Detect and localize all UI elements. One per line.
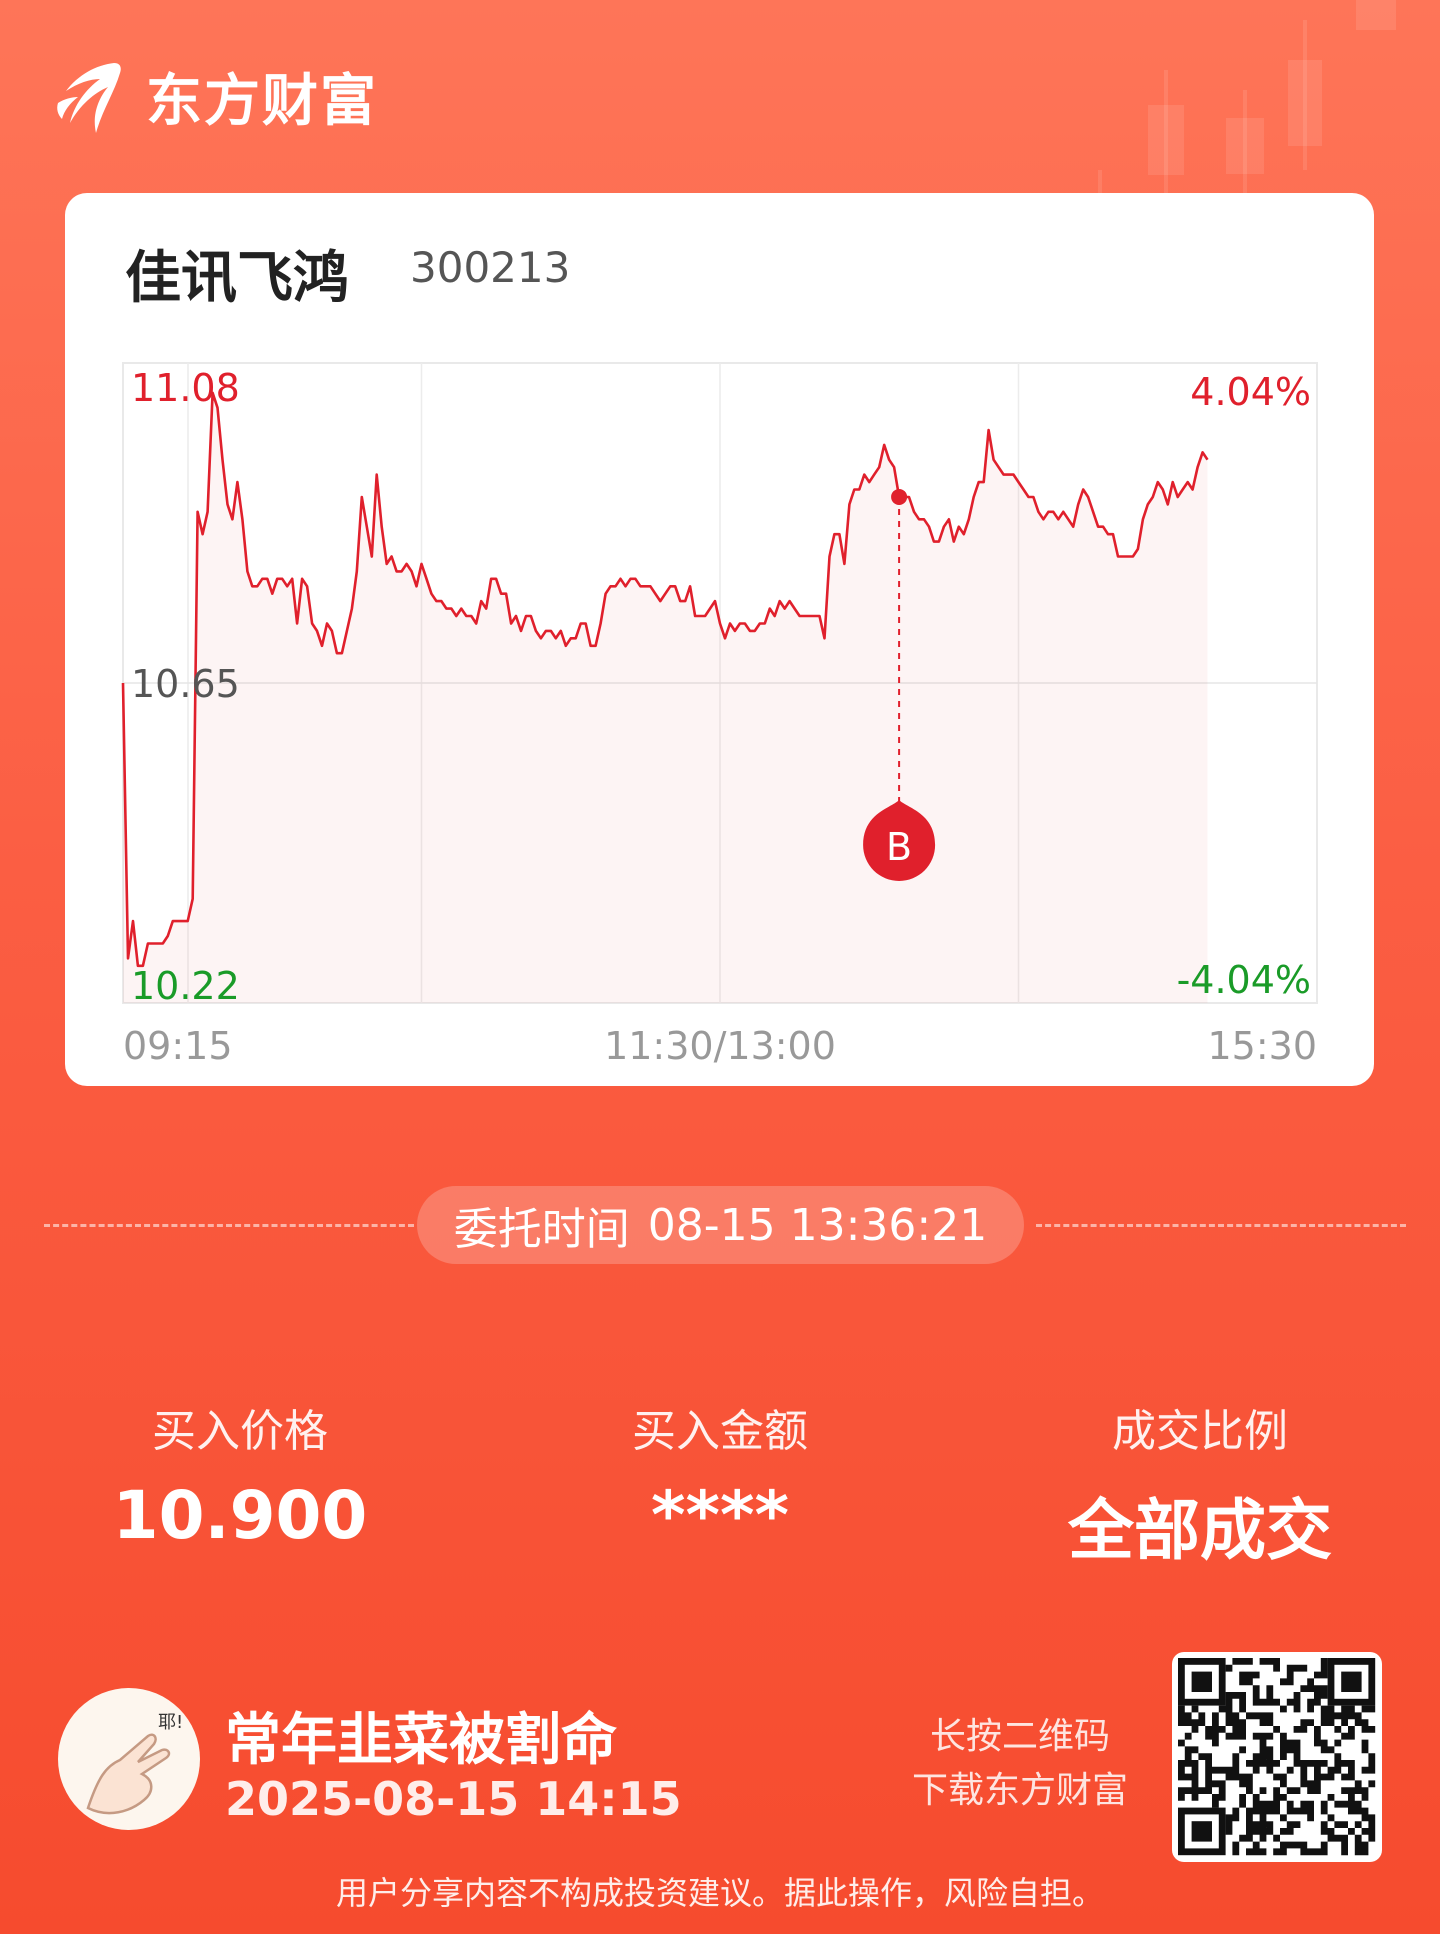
- y-pct-high: 4.04%: [1190, 370, 1311, 414]
- disclaimer: 用户分享内容不构成投资建议。据此操作，风险自担。: [335, 1874, 1104, 1912]
- hand-gesture-avatar-icon: 耶!: [86, 1712, 183, 1815]
- y-label-prev-close: 10.65: [131, 662, 240, 706]
- user-name: 常年韭菜被割命: [225, 1708, 617, 1773]
- fill-ratio-value: 全部成交: [1068, 1492, 1332, 1569]
- divider-right: [1036, 1224, 1406, 1227]
- x-label-midday: 11:30/13:00: [604, 1024, 836, 1068]
- qr-hint-line1: 长按二维码: [929, 1716, 1110, 1757]
- eastmoney-leaf-icon: [57, 62, 121, 133]
- buy-marker-dot: [891, 488, 908, 505]
- y-label-low: 10.22: [131, 964, 240, 1008]
- order-time-pill: 委托时间 08-15 13:36:21: [417, 1186, 1024, 1264]
- y-pct-low: -4.04%: [1177, 958, 1311, 1002]
- buy-price-stat: 买入价格 10.900: [60, 1395, 420, 1554]
- x-label-close: 15:30: [1207, 1024, 1317, 1068]
- qr-hint-line2: 下载东方财富: [911, 1770, 1128, 1811]
- user-avatar[interactable]: 耶!: [58, 1688, 200, 1830]
- buy-marker-label: B: [886, 825, 912, 869]
- order-time-label: 委托时间: [453, 1204, 630, 1255]
- buy-amount-stat: 买入金额 ****: [540, 1395, 900, 1554]
- brand-name: 东方财富: [146, 69, 378, 134]
- qr-hint: 长按二维码 下载东方财富: [880, 1710, 1160, 1818]
- qr-finder-2: [1178, 1807, 1226, 1856]
- share-time: 2025-08-15 14:15: [225, 1772, 682, 1826]
- fill-ratio-stat: 成交比例 全部成交: [1020, 1395, 1380, 1573]
- price-area: [123, 392, 1208, 1003]
- order-time-row: 委托时间 08-15 13:36:21: [0, 1186, 1440, 1264]
- buy-amount-value: ****: [650, 1477, 790, 1554]
- qr-finder-0: [1178, 1658, 1226, 1706]
- order-time-value: 08-15 13:36:21: [647, 1199, 988, 1251]
- y-label-high: 11.08: [131, 366, 240, 410]
- buy-price-value: 10.900: [112, 1477, 368, 1554]
- fill-ratio-label: 成交比例: [1112, 1406, 1288, 1457]
- x-label-open: 09:15: [123, 1024, 233, 1068]
- intraday-chart[interactable]: 11.08 10.65 10.22 4.04% -4.04% 09:15 11:30/13:…: [65, 193, 1374, 1086]
- divider-left: [44, 1224, 414, 1227]
- buy-amount-label: 买入金额: [632, 1406, 808, 1457]
- buy-price-label: 买入价格: [152, 1406, 328, 1457]
- avatar-text: 耶!: [158, 1712, 183, 1733]
- qr-finder-1: [1327, 1658, 1376, 1706]
- qr-code-icon: [1178, 1658, 1376, 1856]
- stock-chart-card[interactable]: 佳讯飞鸿 300213 11.08 10.65 10.22 4.04% -4.04% 09…: [65, 193, 1374, 1086]
- brand-logo: 东方财富: [56, 56, 378, 137]
- qr-code[interactable]: [1172, 1652, 1382, 1862]
